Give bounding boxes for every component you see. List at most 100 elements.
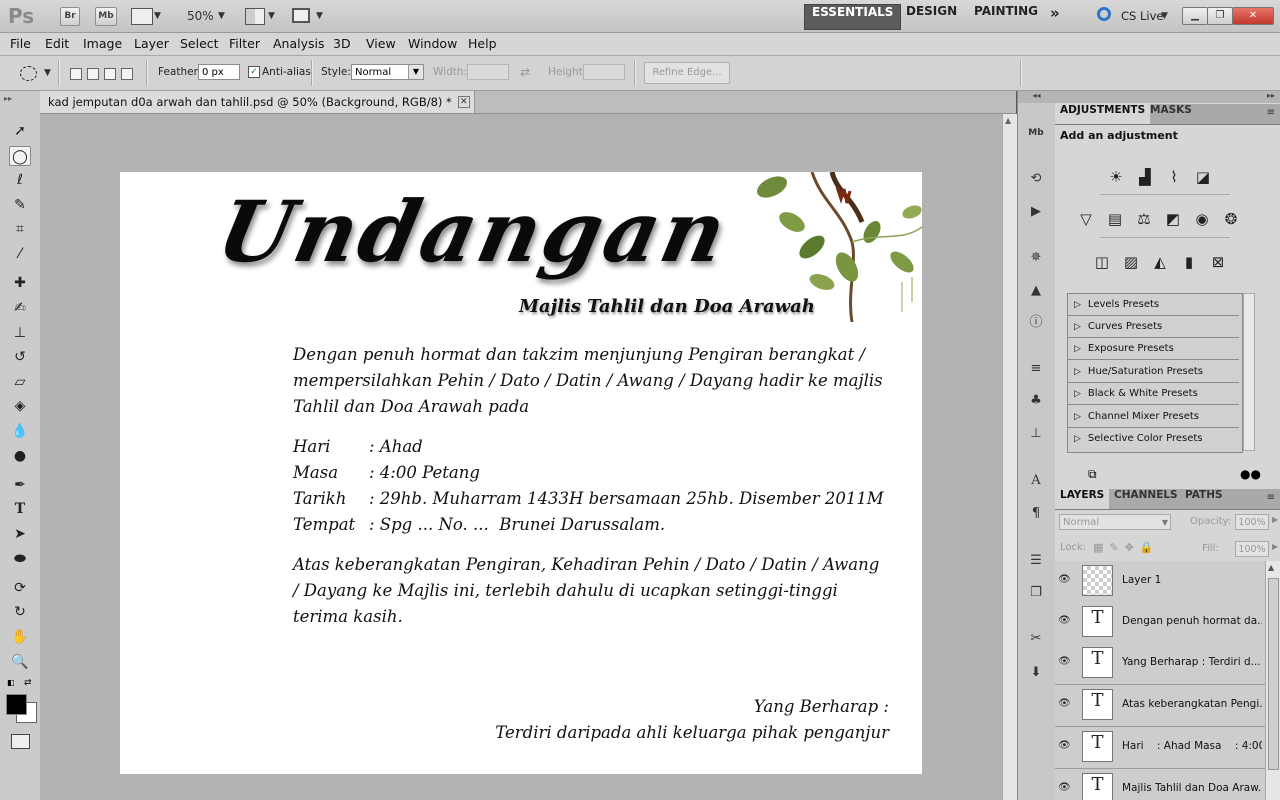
menu-3d[interactable]: 3D [333,36,351,51]
selective-color-icon[interactable]: ⊠ [1207,251,1229,273]
chevron-down-icon[interactable]: ▼ [1162,515,1168,531]
return-to-list-icon[interactable]: ⧉ [1088,467,1097,482]
tab-paths[interactable]: PATHS [1180,489,1228,509]
layers-scrollbar[interactable]: ▲ [1265,561,1280,800]
history-brush-tool-icon[interactable]: ↺ [9,347,31,367]
collapse-panels-icon[interactable]: ▸▸ [1055,91,1280,103]
layer-row[interactable]: 👁 T Dengan penuh hormat da... [1055,602,1265,644]
chevron-right-icon[interactable]: ▶ [1272,542,1278,551]
new-selection-icon[interactable] [70,68,82,80]
visibility-eye-icon[interactable]: 👁 [1058,656,1072,668]
swap-dimensions-icon[interactable]: ⇄ [520,65,530,79]
menu-layer[interactable]: Layer [134,36,169,51]
mini-bridge-panel-icon[interactable]: Mb [1026,123,1046,143]
navigator-panel-icon[interactable]: ✵ [1026,248,1046,268]
height-input[interactable] [583,64,625,80]
chevron-down-icon[interactable]: ▼ [1161,11,1168,21]
quick-mask-icon[interactable] [11,734,30,749]
3d-panel-icon[interactable]: ⬇ [1026,663,1046,683]
menu-image[interactable]: Image [83,36,122,51]
history-panel-icon[interactable]: ⟲ [1026,169,1046,189]
mini-bridge-button[interactable]: Mb [95,7,117,26]
scroll-up-icon[interactable]: ▲ [1005,116,1011,125]
histogram-panel-icon[interactable]: ▲ [1026,281,1046,301]
eyedropper-tool-icon[interactable]: ⁄ [9,244,31,264]
visibility-eye-icon[interactable]: 👁 [1058,782,1072,794]
brush-presets-panel-icon[interactable]: ≡ [1026,359,1046,379]
healing-brush-tool-icon[interactable]: ✚ [9,273,31,293]
path-selection-tool-icon[interactable]: ➤ [9,524,31,544]
presets-scrollbar[interactable] [1243,293,1255,451]
fill-input[interactable]: 100% [1235,541,1269,557]
visibility-eye-icon[interactable]: 👁 [1058,698,1072,710]
chevron-down-icon[interactable]: ▼ [44,68,51,78]
preset-levels[interactable]: ▷ Levels Presets [1067,294,1239,316]
tab-channels[interactable]: CHANNELS [1109,489,1183,509]
threshold-icon[interactable]: ◭ [1149,251,1171,273]
swap-colors-icon[interactable]: ⇄ [24,678,32,688]
workspace-essentials[interactable]: ESSENTIALS [804,4,902,30]
posterize-icon[interactable]: ▨ [1120,251,1142,273]
opacity-input[interactable]: 100% [1235,514,1269,530]
menu-filter[interactable]: Filter [229,36,260,51]
screen-mode-icon[interactable] [292,8,310,23]
close-icon[interactable]: ✕ [457,96,470,108]
clone-stamp-tool-icon[interactable]: ⊥ [9,323,31,343]
lock-icons[interactable]: ▦✎✥🔒 [1093,541,1160,554]
chevron-right-icon[interactable]: ▶ [1272,515,1278,524]
vertical-scrollbar[interactable]: ▲ [1002,114,1017,800]
eraser-tool-icon[interactable]: ▱ [9,372,31,392]
collapse-toolbar-icon[interactable]: ▸▸ [4,94,12,103]
levels-icon[interactable]: ▟ [1134,166,1156,188]
antialias-checkbox[interactable]: ✓ [248,66,260,78]
paint-bucket-tool-icon[interactable]: ◈ [9,396,31,416]
vibrance-icon[interactable]: ▽ [1075,208,1097,230]
preset-channel-mixer[interactable]: ▷ Channel Mixer Presets [1067,406,1239,428]
chevron-down-icon[interactable]: ▼ [408,65,423,79]
menu-analysis[interactable]: Analysis [273,36,325,51]
tool-presets-panel-icon[interactable]: ✂ [1026,629,1046,649]
photo-filter-icon[interactable]: ◉ [1191,208,1213,230]
expand-panels-icon[interactable]: ◂◂ [1018,91,1055,103]
menu-file[interactable]: File [10,36,31,51]
chevron-down-icon[interactable]: ▼ [316,11,323,21]
channel-mixer-icon[interactable]: ❂ [1220,208,1242,230]
add-to-selection-icon[interactable] [87,68,99,80]
preset-black-white[interactable]: ▷ Black & White Presets [1067,383,1239,405]
document-canvas[interactable]: Undangan Majlis Tahlil dan Doa Arawah De… [120,172,922,774]
more-workspaces-button[interactable]: » [1043,4,1067,28]
dodge-tool-icon[interactable]: ● [9,446,31,466]
color-balance-icon[interactable]: ⚖ [1133,208,1155,230]
menu-window[interactable]: Window [408,36,457,51]
chevron-down-icon[interactable]: ▼ [268,11,275,21]
tab-layers[interactable]: LAYERS [1055,489,1110,509]
visibility-eye-icon[interactable]: 👁 [1058,615,1072,627]
subtract-from-selection-icon[interactable] [104,68,116,80]
curves-icon[interactable]: ⌇ [1163,166,1185,188]
character-panel-icon[interactable]: A [1026,471,1046,491]
elliptical-marquee-tool-icon[interactable]: ◯ [9,146,31,166]
visibility-eye-icon[interactable]: 👁 [1058,574,1072,586]
clip-layer-icon[interactable]: ●● [1240,467,1261,481]
brush-tool-icon[interactable]: ✍ [9,298,31,318]
blend-mode-select[interactable]: Normal ▼ [1059,514,1171,530]
style-select[interactable]: Normal ▼ [351,64,424,80]
layer-row[interactable]: 👁 T Yang Berharap : Terdiri d... [1055,643,1265,685]
quick-selection-tool-icon[interactable]: ✎ [9,195,31,215]
exposure-icon[interactable]: ◪ [1192,166,1214,188]
hue-saturation-icon[interactable]: ▤ [1104,208,1126,230]
chevron-down-icon[interactable]: ▼ [154,11,161,21]
zoom-tool-icon[interactable]: 🔍 [9,652,31,672]
preset-exposure[interactable]: ▷ Exposure Presets [1067,338,1239,360]
lasso-tool-icon[interactable]: ℓ [9,170,31,190]
invert-icon[interactable]: ◫ [1091,251,1113,273]
arrange-documents-icon[interactable] [245,8,265,25]
foreground-color-swatch[interactable] [6,694,27,715]
brightness-contrast-icon[interactable]: ☀ [1105,166,1127,188]
preset-hue-saturation[interactable]: ▷ Hue/Saturation Presets [1067,361,1239,383]
scroll-thumb[interactable] [1268,578,1279,770]
minimize-button[interactable]: ▁ [1182,7,1208,25]
zoom-level[interactable]: 50% [187,9,214,23]
tab-adjustments[interactable]: ADJUSTMENTS [1055,104,1151,124]
paragraph-panel-icon[interactable]: ¶ [1026,504,1046,524]
